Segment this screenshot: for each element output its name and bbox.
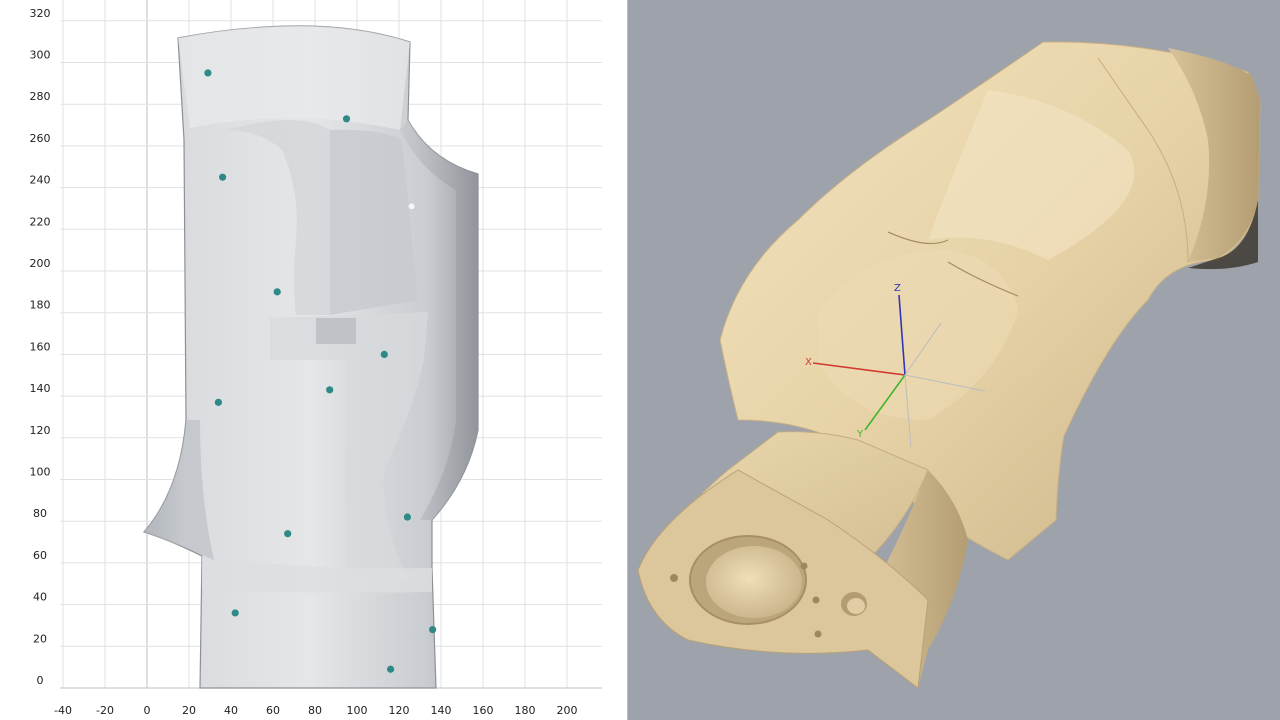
x-axis-label: X	[805, 357, 812, 368]
y-tick-label: 220	[30, 215, 51, 228]
cad-model[interactable]	[637, 41, 1261, 689]
grid-viewport[interactable]: -40 -20 0 20 40 60 80 100 120 140 160 180 200 320 300 2…	[0, 0, 627, 720]
scan-marker-dot	[273, 288, 281, 296]
y-tick-label: 260	[30, 132, 51, 145]
y-tick-label: 40	[33, 591, 47, 604]
y-tick-label: 180	[30, 299, 51, 312]
y-tick-label: 320	[30, 7, 51, 20]
y-tick-label: 160	[30, 340, 51, 353]
x-tick-label: 20	[182, 704, 196, 717]
x-tick-label: 140	[431, 704, 452, 717]
scan-marker-dot	[429, 626, 437, 634]
x-tick-label: 120	[389, 704, 410, 717]
scan-marker-dot	[403, 513, 411, 521]
x-tick-label: 180	[515, 704, 536, 717]
model-canvas[interactable]: X Y Z	[628, 0, 1280, 720]
x-tick-label: 100	[347, 704, 368, 717]
scan-marker-dot	[214, 398, 222, 406]
y-tick-label: 120	[30, 424, 51, 437]
y-axis-label: Y	[856, 429, 864, 440]
model-viewport[interactable]: X Y Z	[628, 0, 1280, 720]
z-axis-label: Z	[894, 283, 901, 294]
y-tick-label: 20	[33, 632, 47, 645]
y-tick-label: 100	[30, 466, 51, 479]
y-tick-label: 280	[30, 90, 51, 103]
y-tick-label: 300	[30, 49, 51, 62]
scan-marker-dot	[284, 530, 292, 538]
y-tick-label: 0	[37, 674, 44, 687]
y-tick-label: 140	[30, 382, 51, 395]
scan-marker-dot	[219, 173, 227, 181]
x-tick-label: -20	[96, 704, 114, 717]
scan-marker-dot	[380, 350, 388, 358]
scan-marker-dot	[231, 609, 239, 617]
y-tick-label: 200	[30, 257, 51, 270]
y-tick-label: 80	[33, 507, 47, 520]
y-tick-label: 240	[30, 174, 51, 187]
x-tick-label: -40	[54, 704, 72, 717]
x-tick-label: 160	[473, 704, 494, 717]
scan-marker-dot	[387, 665, 395, 673]
scan-marker-dot	[342, 115, 351, 123]
app-window: -40 -20 0 20 40 60 80 100 120 140 160 180 200 320 300 2…	[0, 0, 1280, 720]
scan-marker-dot	[204, 69, 212, 77]
scan-marker-dot	[326, 386, 334, 394]
scan-marker-dot	[407, 202, 416, 211]
x-tick-label: 0	[144, 704, 151, 717]
x-tick-label: 200	[557, 704, 578, 717]
y-tick-label: 60	[33, 549, 47, 562]
x-tick-label: 80	[308, 704, 322, 717]
grid-canvas[interactable]: -40 -20 0 20 40 60 80 100 120 140 160 180 2003203002…	[0, 0, 627, 720]
scan-mesh	[142, 25, 479, 689]
x-tick-label: 60	[266, 704, 280, 717]
x-tick-label: 40	[224, 704, 238, 717]
